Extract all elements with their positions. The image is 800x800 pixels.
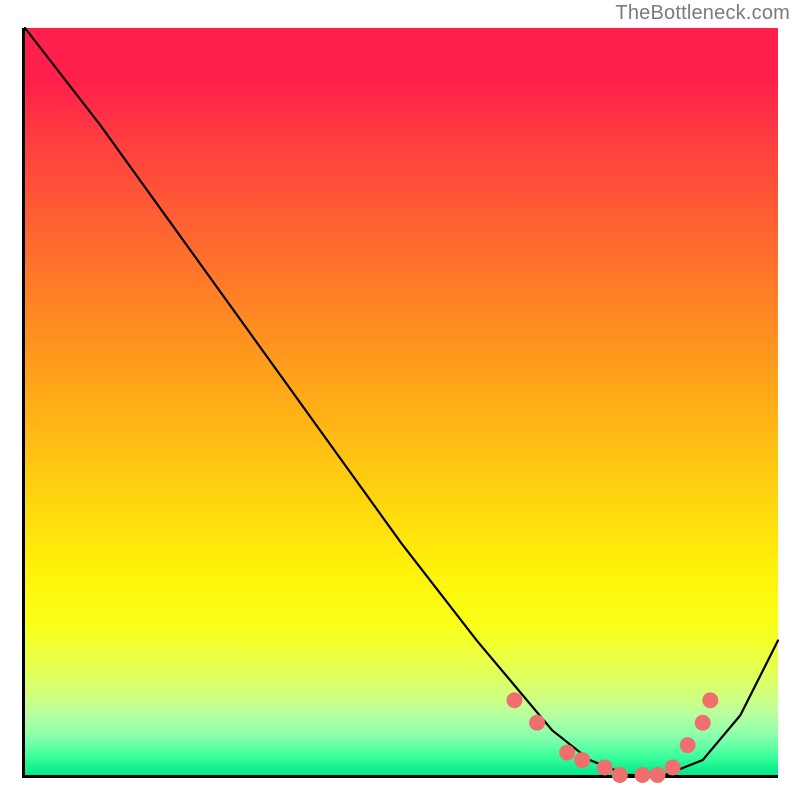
marker-dot [680,737,696,753]
marker-dot [559,745,575,761]
marker-dot [597,760,613,776]
chart-stage: TheBottleneck.com [0,0,800,800]
marker-dot [574,752,590,768]
marker-dot [506,692,522,708]
marker-dot [695,715,711,731]
marker-dot [702,692,718,708]
marker-dot [665,760,681,776]
marker-dots [506,692,718,783]
attribution-text: TheBottleneck.com [615,2,790,25]
marker-dot [529,715,545,731]
marker-dot [650,767,666,783]
plot-area [22,28,778,778]
marker-dot [634,767,650,783]
curve-line [25,28,778,775]
chart-svg [25,28,778,775]
marker-dot [612,767,628,783]
